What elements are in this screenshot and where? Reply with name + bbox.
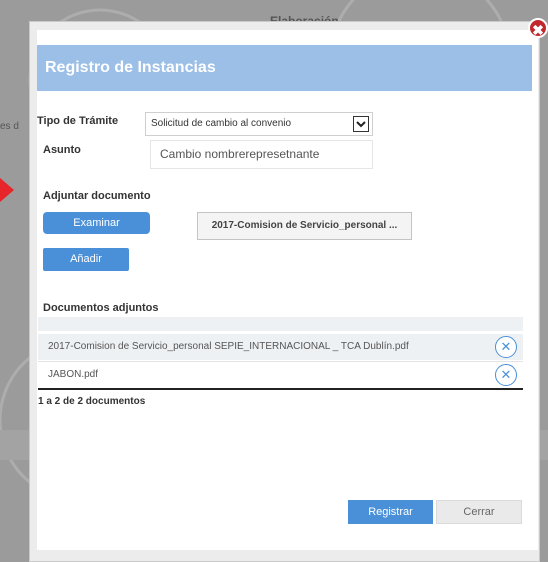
tipo-tramite-label: Tipo de Trámite [37,115,119,127]
asunto-label: Asunto [43,144,81,156]
modal-body [37,30,538,550]
table-header [38,317,523,331]
registrar-button[interactable]: Registrar [348,500,433,524]
table-row: 2017-Comision de Servicio_personal SEPIE… [38,334,523,360]
selected-file-name: 2017-Comision de Servicio_personal ... [197,212,412,240]
modal-title: Registro de Instancias [45,59,216,76]
examinar-button[interactable]: Examinar [43,212,150,234]
adjuntar-label: Adjuntar documento [43,190,151,202]
arrow-right-icon [0,178,14,202]
document-name: JABON.pdf [48,369,99,380]
pagination-info: 1 a 2 de 2 documentos [38,396,146,407]
background-side-text: es d [0,121,19,132]
asunto-input[interactable]: Cambio nombrerepresetnante [150,140,373,169]
cerrar-button[interactable]: Cerrar [436,500,522,524]
anadir-button[interactable]: Añadir [43,248,129,271]
table-divider [38,388,523,390]
document-name: 2017-Comision de Servicio_personal SEPIE… [48,341,409,352]
documentos-adjuntos-label: Documentos adjuntos [43,302,159,314]
chevron-down-icon[interactable] [353,116,369,132]
tipo-tramite-select[interactable]: Solicitud de cambio al convenio [145,112,373,136]
remove-circle-icon[interactable]: ✕ [495,364,517,386]
table-row: JABON.pdf ✕ [38,361,523,387]
tipo-tramite-value: Solicitud de cambio al convenio [151,118,292,129]
remove-circle-icon[interactable]: ✕ [495,336,517,358]
close-icon[interactable]: ✖ [528,18,548,38]
